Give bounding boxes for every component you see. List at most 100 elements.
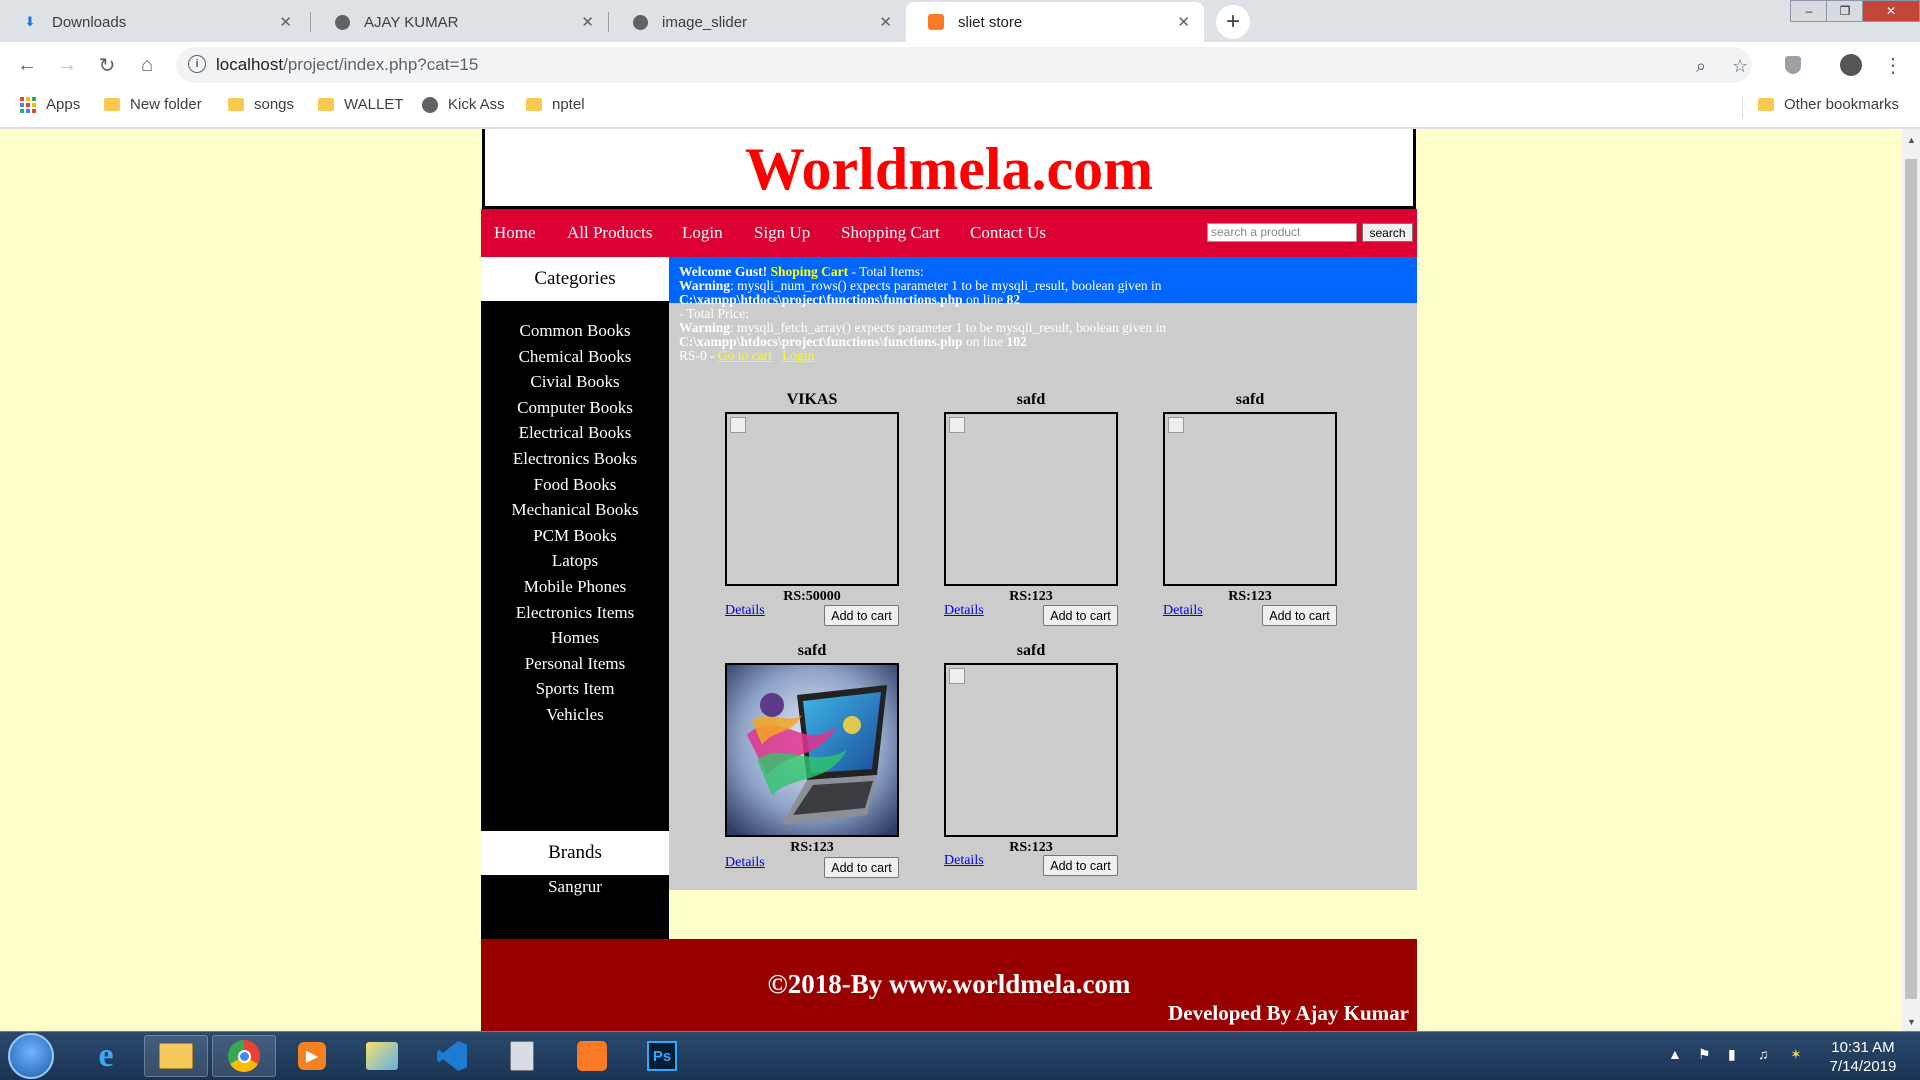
chrome-icon[interactable] [212, 1035, 276, 1077]
menu-contact-us[interactable]: Contact Us [970, 223, 1046, 243]
product-image[interactable] [944, 412, 1118, 586]
tab-sliet-store[interactable]: sliet store ✕ [906, 2, 1204, 42]
vscode-icon[interactable] [420, 1035, 484, 1077]
tab-separator [608, 12, 609, 32]
category-item[interactable]: Electrical Books [481, 423, 669, 443]
category-item[interactable]: Personal Items [481, 654, 669, 674]
product-image[interactable] [1163, 412, 1337, 586]
network-icon[interactable]: ✶ [1790, 1046, 1802, 1063]
bookmark-apps[interactable]: Apps [20, 96, 80, 113]
category-item[interactable]: Electronics Books [481, 449, 669, 469]
menu-shopping-cart[interactable]: Shopping Cart [841, 223, 940, 243]
action-center-flag-icon[interactable]: ⚑ [1698, 1046, 1711, 1063]
product-title: safd [797, 642, 827, 659]
details-link[interactable]: Details [1163, 603, 1203, 619]
add-to-cart-button[interactable]: Add to cart [824, 605, 899, 626]
show-hidden-icons-icon[interactable]: ▲ [1668, 1046, 1682, 1062]
add-to-cart-button[interactable]: Add to cart [1262, 605, 1337, 626]
tab-image-slider[interactable]: image_slider ✕ [610, 2, 906, 42]
bookmark-new-folder[interactable]: New folder [104, 96, 202, 113]
close-icon[interactable]: ✕ [279, 13, 292, 31]
category-item[interactable]: Vehicles [481, 705, 669, 725]
address-bar[interactable]: i localhost/project/index.php?cat=15 ⌕ ☆ [176, 47, 1752, 83]
category-item[interactable]: Mechanical Books [481, 500, 669, 520]
start-button[interactable] [8, 1033, 54, 1079]
close-icon[interactable]: ✕ [581, 13, 594, 31]
product-image[interactable] [725, 412, 899, 586]
star-icon[interactable]: ☆ [1732, 56, 1748, 77]
product-price: RS:123 [790, 840, 834, 855]
tab-downloads[interactable]: ⬇ Downloads ✕ [0, 2, 306, 42]
paint-icon[interactable] [350, 1035, 414, 1077]
site-page: Worldmela.com Home All Products Login Si… [481, 129, 1417, 1031]
bookmark-kick-ass[interactable]: Kick Ass [422, 96, 505, 113]
calculator-icon[interactable] [490, 1035, 554, 1077]
product-image[interactable] [725, 663, 899, 837]
menu-sign-up[interactable]: Sign Up [754, 223, 810, 243]
xampp-icon[interactable] [560, 1035, 624, 1077]
scroll-down-icon[interactable]: ▼ [1907, 1017, 1916, 1027]
minimize-button[interactable]: – [1790, 0, 1828, 22]
category-item[interactable]: Food Books [481, 475, 669, 495]
bookmark-other[interactable]: Other bookmarks [1758, 96, 1899, 113]
bookmark-nptel[interactable]: nptel [526, 96, 585, 113]
shopping-cart-label: Shoping Cart [770, 264, 849, 279]
new-tab-button[interactable]: + [1216, 5, 1250, 39]
bookmark-songs[interactable]: songs [228, 96, 294, 113]
vertical-scrollbar[interactable]: ▲ ▼ [1902, 129, 1920, 1031]
home-icon[interactable]: ⌂ [132, 50, 162, 80]
details-link[interactable]: Details [944, 603, 984, 619]
back-arrow-icon[interactable]: ← [12, 50, 42, 80]
brand-item-sangrur[interactable]: Sangrur [481, 877, 669, 897]
battery-icon[interactable]: ▮ [1728, 1046, 1736, 1063]
photoshop-icon[interactable]: Ps [630, 1035, 694, 1077]
category-item[interactable]: Latops [481, 551, 669, 571]
scrollbar-thumb[interactable] [1905, 159, 1917, 999]
details-link[interactable]: Details [725, 855, 765, 871]
maximize-button[interactable]: ❐ [1826, 0, 1864, 22]
explorer-icon[interactable] [144, 1035, 208, 1077]
media-player-icon[interactable]: ▶ [280, 1035, 344, 1077]
site-logo[interactable]: Worldmela.com [485, 129, 1413, 209]
close-icon[interactable]: ✕ [879, 13, 892, 31]
menu-home[interactable]: Home [494, 223, 536, 243]
reload-icon[interactable]: ↻ [92, 50, 122, 80]
window-close-button[interactable]: ✕ [1862, 0, 1920, 22]
menu-login[interactable]: Login [682, 223, 723, 243]
menu-kebab-icon[interactable]: ⋮ [1878, 50, 1908, 80]
search-input[interactable]: search a product [1207, 223, 1357, 242]
profile-avatar[interactable] [1836, 50, 1866, 80]
category-item[interactable]: Chemical Books [481, 347, 669, 367]
info-icon[interactable]: i [188, 55, 206, 73]
cart-login-link[interactable]: Login [782, 348, 814, 363]
forward-arrow-icon[interactable]: → [52, 50, 82, 80]
category-item[interactable]: Sports Item [481, 679, 669, 699]
add-to-cart-button[interactable]: Add to cart [1043, 605, 1118, 626]
add-to-cart-button[interactable]: Add to cart [824, 857, 899, 878]
menu-all-products[interactable]: All Products [567, 223, 652, 243]
close-icon[interactable]: ✕ [1177, 13, 1190, 31]
category-item[interactable]: Electronics Items [481, 603, 669, 623]
url-text[interactable]: localhost/project/index.php?cat=15 [216, 55, 478, 75]
category-item[interactable]: Mobile Phones [481, 577, 669, 597]
volume-icon[interactable]: ♫ [1758, 1046, 1769, 1062]
category-item[interactable]: Homes [481, 628, 669, 648]
details-link[interactable]: Details [725, 603, 765, 619]
search-button[interactable]: search [1362, 223, 1413, 242]
category-item[interactable]: Civial Books [481, 372, 669, 392]
product-image[interactable] [944, 663, 1118, 837]
category-item[interactable]: Common Books [481, 321, 669, 341]
category-item[interactable]: Computer Books [481, 398, 669, 418]
category-item[interactable]: PCM Books [481, 526, 669, 546]
scroll-up-icon[interactable]: ▲ [1907, 135, 1916, 145]
ie-icon[interactable]: e [74, 1035, 138, 1077]
cart-total-line: RS-0 - Go to cart Login [679, 348, 814, 364]
system-clock[interactable]: 10:31 AM 7/14/2019 [1818, 1038, 1908, 1076]
go-to-cart-link[interactable]: Go to cart [718, 348, 772, 363]
shield-extension-icon[interactable] [1778, 50, 1808, 80]
zoom-icon[interactable]: ⌕ [1696, 56, 1706, 77]
bookmark-wallet[interactable]: WALLET [318, 96, 403, 113]
tab-ajay-kumar[interactable]: AJAY KUMAR ✕ [312, 2, 608, 42]
add-to-cart-button[interactable]: Add to cart [1043, 855, 1118, 876]
details-link[interactable]: Details [944, 853, 984, 869]
